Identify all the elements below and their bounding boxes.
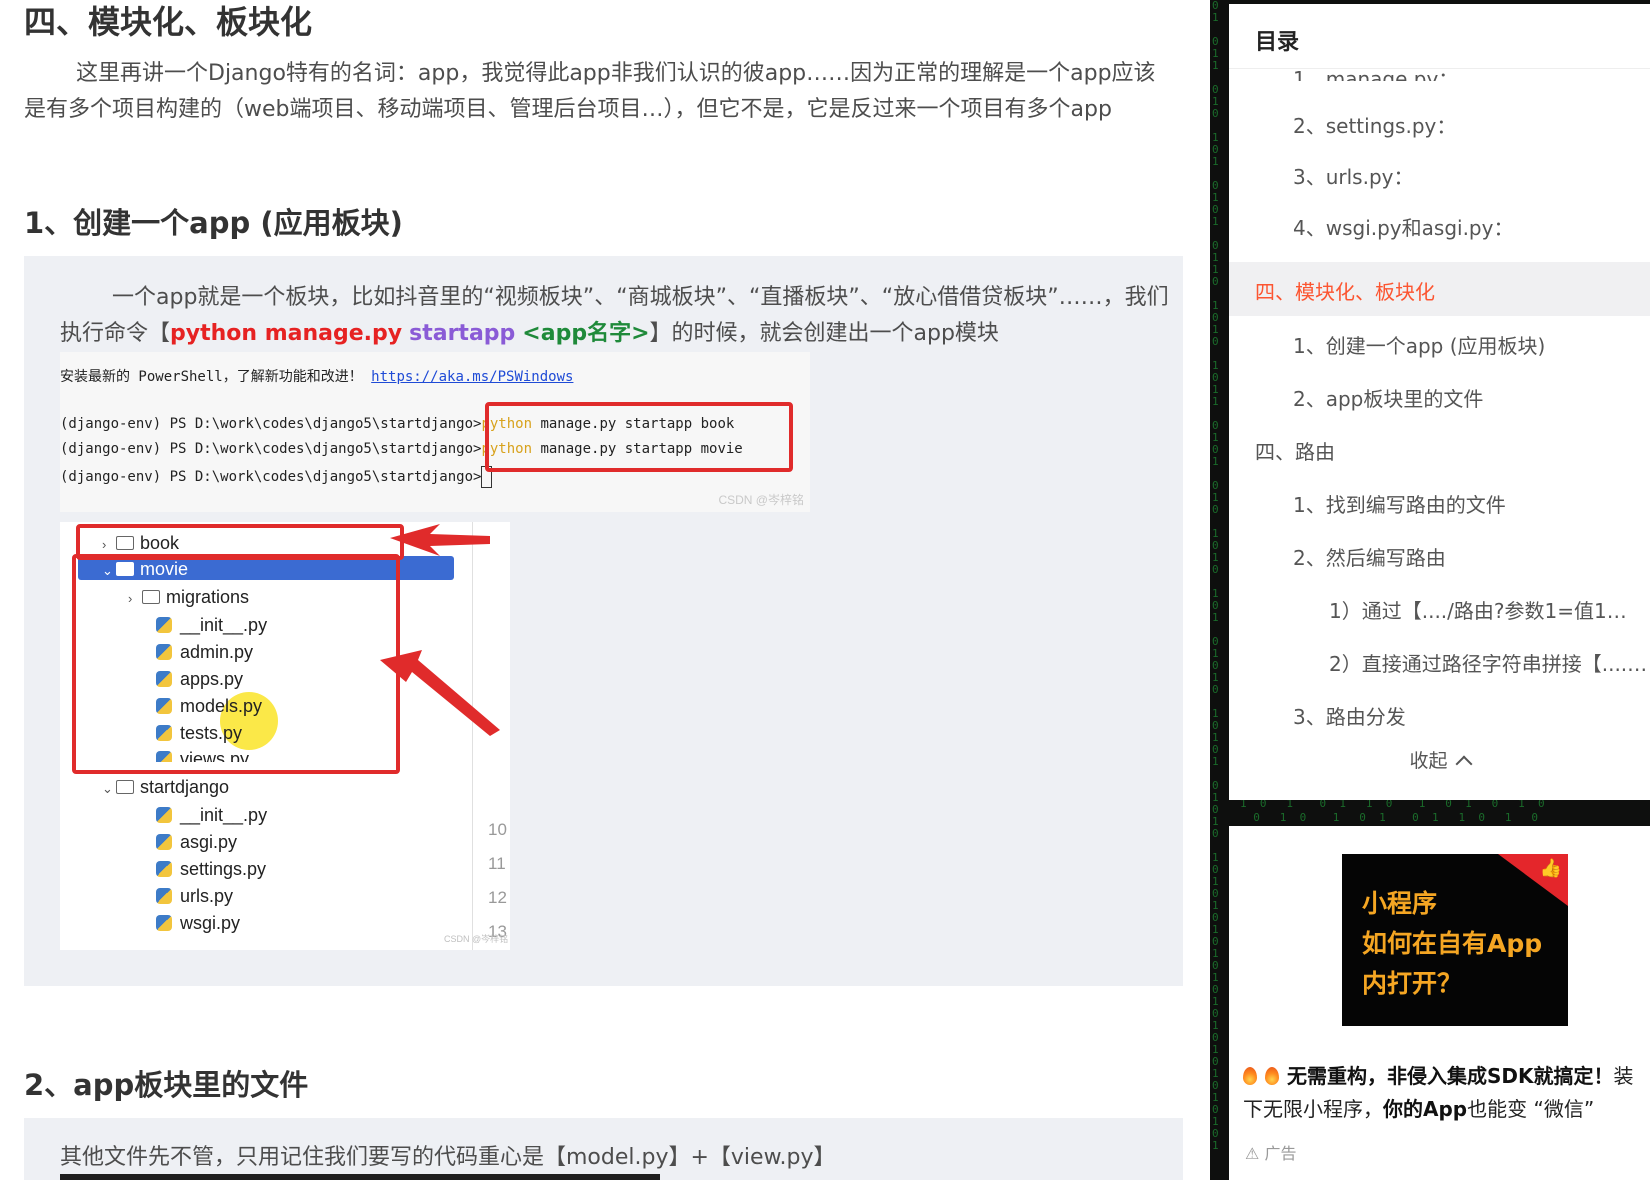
ad-icon: ⚠︎ xyxy=(1245,1144,1260,1163)
ad-poster-image[interactable]: 👍 小程序 如何在自有App 内打开？ xyxy=(1342,854,1568,1026)
ad-panel[interactable]: 👍 小程序 如何在自有App 内打开？ 无需重构，非侵入集成SDK就搞定！装 下… xyxy=(1229,826,1650,1180)
ad-label: ⚠︎ 广告 xyxy=(1245,1144,1297,1163)
terminal-screenshot: 安装最新的 PowerShell，了解新功能和改进！ https://aka.m… xyxy=(60,352,810,512)
toc-item[interactable]: 2、然后编写路由 xyxy=(1293,542,1633,571)
watermark: CSDN @岑梓铭 xyxy=(718,493,804,507)
python-file-icon xyxy=(156,861,172,877)
python-file-icon xyxy=(156,807,172,823)
fire-icon xyxy=(1265,1067,1279,1085)
article: 四、模块化、板块化 这里再讲一个Django特有的名词：app，我觉得此app非… xyxy=(0,0,1210,1180)
thumbs-up-icon: 👍 xyxy=(1539,858,1562,879)
line-number: 10 xyxy=(488,820,507,839)
code-block-edge xyxy=(60,1174,660,1180)
arrow-annotations xyxy=(380,524,500,736)
toc-item[interactable]: 四、路由 xyxy=(1255,436,1635,465)
toc-item[interactable]: 3、路由分发 xyxy=(1293,701,1633,730)
quote-text: 一个app就是一个板块，比如抖音里的“视频板块”、“商城板块”、“直播板块”、“… xyxy=(60,285,1169,346)
python-file-icon xyxy=(156,834,172,850)
red-arrow-icon xyxy=(390,524,490,556)
toc-title: 目录 xyxy=(1255,30,1300,55)
red-arrow-icon xyxy=(380,650,500,736)
folder-icon xyxy=(116,780,134,794)
section-heading-modularization: 四、模块化、板块化 xyxy=(24,3,313,41)
collapse-toc-button[interactable]: 收起 xyxy=(1229,746,1650,773)
tree-item-file[interactable]: asgi.py xyxy=(156,829,237,856)
toc-item[interactable]: 2）直接通过路径字符串拼接【..../路由/值1/值2】 xyxy=(1329,648,1650,677)
terminal-line: (django-env) PS D:\work\codes\django5\st… xyxy=(60,466,493,488)
toc-item[interactable]: 1、创建一个app (应用板块) xyxy=(1293,330,1633,359)
ad-description[interactable]: 无需重构，非侵入集成SDK就搞定！装 下无限小程序，你的App也能变 “微信” xyxy=(1243,1060,1650,1126)
line-number: 11 xyxy=(488,854,506,873)
section-title-app-files: 2、app板块里的文件 xyxy=(24,1068,309,1102)
cmd-python-manage: python manage.py xyxy=(170,321,403,346)
cmd-startapp: startapp xyxy=(409,321,516,346)
cmd-appname: <app名字> xyxy=(522,321,650,346)
toc-item[interactable]: 2、settings.py： xyxy=(1293,110,1623,139)
toc-item-active[interactable]: 四、模块化、板块化 xyxy=(1255,276,1635,305)
table-of-contents: 目录 1、manage.py： 2、settings.py： 3、urls.py… xyxy=(1229,4,1650,800)
tree-item-file[interactable]: urls.py xyxy=(156,883,233,910)
toc-item[interactable]: 3、urls.py： xyxy=(1293,161,1623,190)
toc-item[interactable]: 1）通过【..../路由?参数1=值1&参数2=值2】 xyxy=(1329,595,1641,624)
toc-item[interactable]: 2、app板块里的文件 xyxy=(1293,383,1633,412)
toc-item[interactable]: 1、找到编写路由的文件 xyxy=(1293,489,1633,518)
python-file-icon xyxy=(156,888,172,904)
toc-item[interactable]: 1、manage.py： xyxy=(1293,59,1623,81)
tree-item-file[interactable]: wsgi.py xyxy=(156,910,240,937)
python-file-icon xyxy=(156,915,172,931)
blockquote-app-files: 其他文件先不管，只用记住我们要写的代码重心是【model.py】+【view.p… xyxy=(24,1118,1183,1180)
quote-text: 其他文件先不管，只用记住我们要写的代码重心是【model.py】+【view.p… xyxy=(60,1145,836,1170)
line-number: 12 xyxy=(488,888,507,907)
powershell-link[interactable]: https://aka.ms/PSWindows xyxy=(371,369,573,385)
file-tree-screenshot: › book ⌄ movie › migrations __init__.py adm… xyxy=(60,522,510,950)
tree-item-file[interactable]: settings.py xyxy=(156,856,266,883)
highlight-box xyxy=(72,554,400,774)
fire-icon xyxy=(1243,1067,1257,1085)
tree-item-startdjango[interactable]: ⌄ startdjango xyxy=(102,774,229,801)
toc-item[interactable]: 4、wsgi.py和asgi.py： xyxy=(1293,212,1623,241)
highlight-box xyxy=(485,402,793,472)
chevron-up-icon xyxy=(1455,755,1472,773)
intro-paragraph: 这里再讲一个Django特有的名词：app，我觉得此app非我们认识的彼app…… xyxy=(24,61,1156,122)
tree-item-file[interactable]: __init__.py xyxy=(156,802,267,829)
section-title-create-app: 1、创建一个app (应用板块) xyxy=(24,206,403,240)
watermark: CSDN @岑梓铭 xyxy=(444,934,509,944)
